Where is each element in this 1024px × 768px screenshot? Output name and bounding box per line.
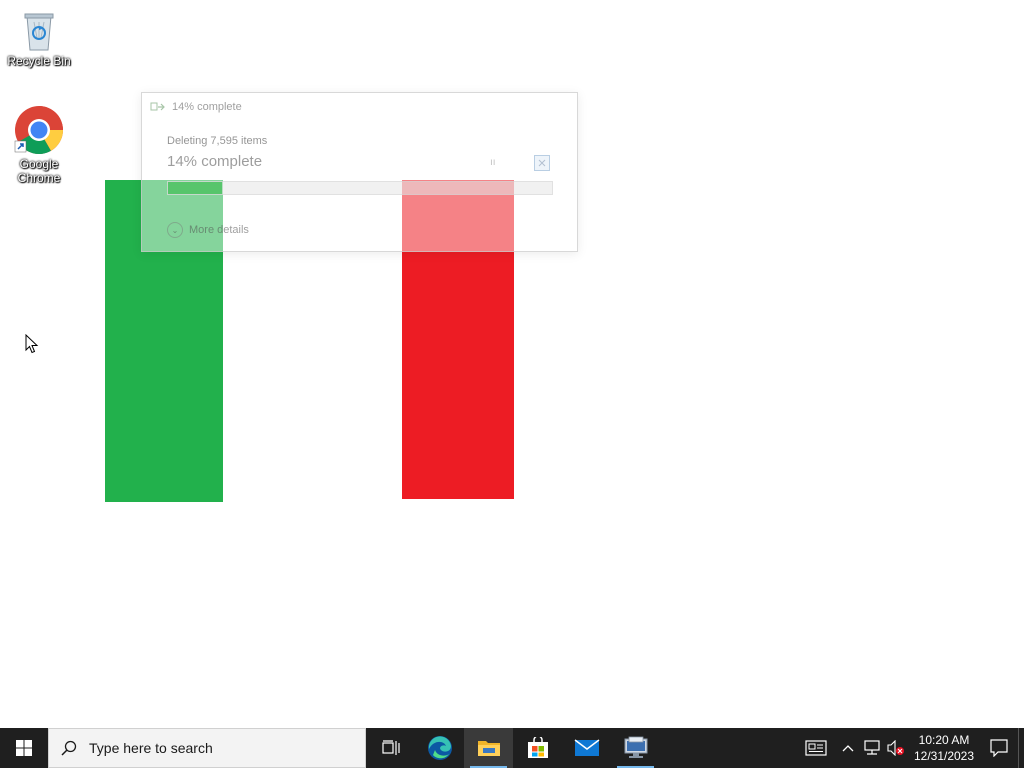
mail-taskbar-button[interactable] (562, 728, 611, 768)
recycle-bin-label: Recycle Bin (7, 54, 71, 68)
progress-bar (167, 181, 553, 195)
start-button[interactable] (0, 728, 48, 768)
more-details-label: More details (189, 224, 249, 236)
volume-button[interactable] (884, 728, 908, 768)
file-copy-icon (150, 102, 165, 111)
file-explorer-taskbar-button[interactable] (464, 728, 513, 768)
chrome-icon (14, 106, 64, 155)
mail-icon (574, 739, 599, 756)
mouse-cursor-icon (25, 334, 39, 354)
delete-progress-dialog[interactable]: 14% complete Deleting 7,595 items 14% co… (141, 92, 578, 252)
show-hidden-icons-button[interactable] (836, 728, 860, 768)
taskbar: Type here to search 10:20 AM 12/31/2023 (0, 728, 1024, 768)
chrome-label: Google Chrome (17, 157, 61, 185)
search-icon (61, 740, 77, 756)
network-app-taskbar-button[interactable] (611, 728, 660, 768)
dialog-subtitle: Deleting 7,595 items (167, 135, 268, 147)
monitor-icon (624, 736, 647, 758)
edge-taskbar-button[interactable] (415, 728, 464, 768)
store-taskbar-button[interactable] (513, 728, 562, 768)
show-desktop-button[interactable] (1018, 728, 1024, 768)
close-icon (538, 159, 546, 167)
task-view-button[interactable] (366, 728, 415, 768)
pause-button[interactable]: ıı (490, 157, 496, 168)
recycle-bin-icon (24, 13, 54, 51)
chevron-up-icon (842, 745, 854, 752)
more-details-toggle[interactable]: ⌄ More details (167, 222, 249, 238)
windows-logo-icon (16, 740, 32, 756)
notification-icon (990, 739, 1008, 757)
cancel-button[interactable] (534, 155, 550, 171)
taskbar-search-box[interactable]: Type here to search (48, 728, 366, 768)
chrome-shortcut[interactable]: Google Chrome (1, 105, 77, 185)
search-placeholder: Type here to search (89, 740, 213, 756)
network-icon (864, 740, 880, 755)
dialog-title: 14% complete (172, 101, 242, 113)
news-widget-button[interactable] (796, 728, 836, 768)
clock-date: 12/31/2023 (913, 749, 975, 763)
pause-icon: ıı (490, 157, 496, 168)
network-status-button[interactable] (860, 728, 884, 768)
clock-time: 10:20 AM (918, 733, 970, 747)
taskbar-clock[interactable]: 10:20 AM 12/31/2023 (908, 732, 980, 764)
action-center-button[interactable] (980, 728, 1018, 768)
dialog-title-row: 14% complete (150, 101, 242, 113)
chevron-down-icon: ⌄ (167, 222, 183, 238)
news-icon (805, 740, 827, 756)
store-icon (527, 737, 548, 758)
system-tray: 10:20 AM 12/31/2023 (796, 728, 1024, 768)
recycle-bin-shortcut[interactable]: Recycle Bin (1, 8, 77, 68)
desktop: Recycle Bin Google Chrome 14% complete D… (0, 0, 1024, 728)
volume-muted-icon (887, 740, 904, 756)
folder-icon (477, 741, 500, 756)
task-view-icon (381, 740, 400, 755)
dialog-progress-text: 14% complete (167, 153, 263, 170)
edge-icon (427, 736, 452, 760)
progress-bar-fill (168, 182, 222, 194)
